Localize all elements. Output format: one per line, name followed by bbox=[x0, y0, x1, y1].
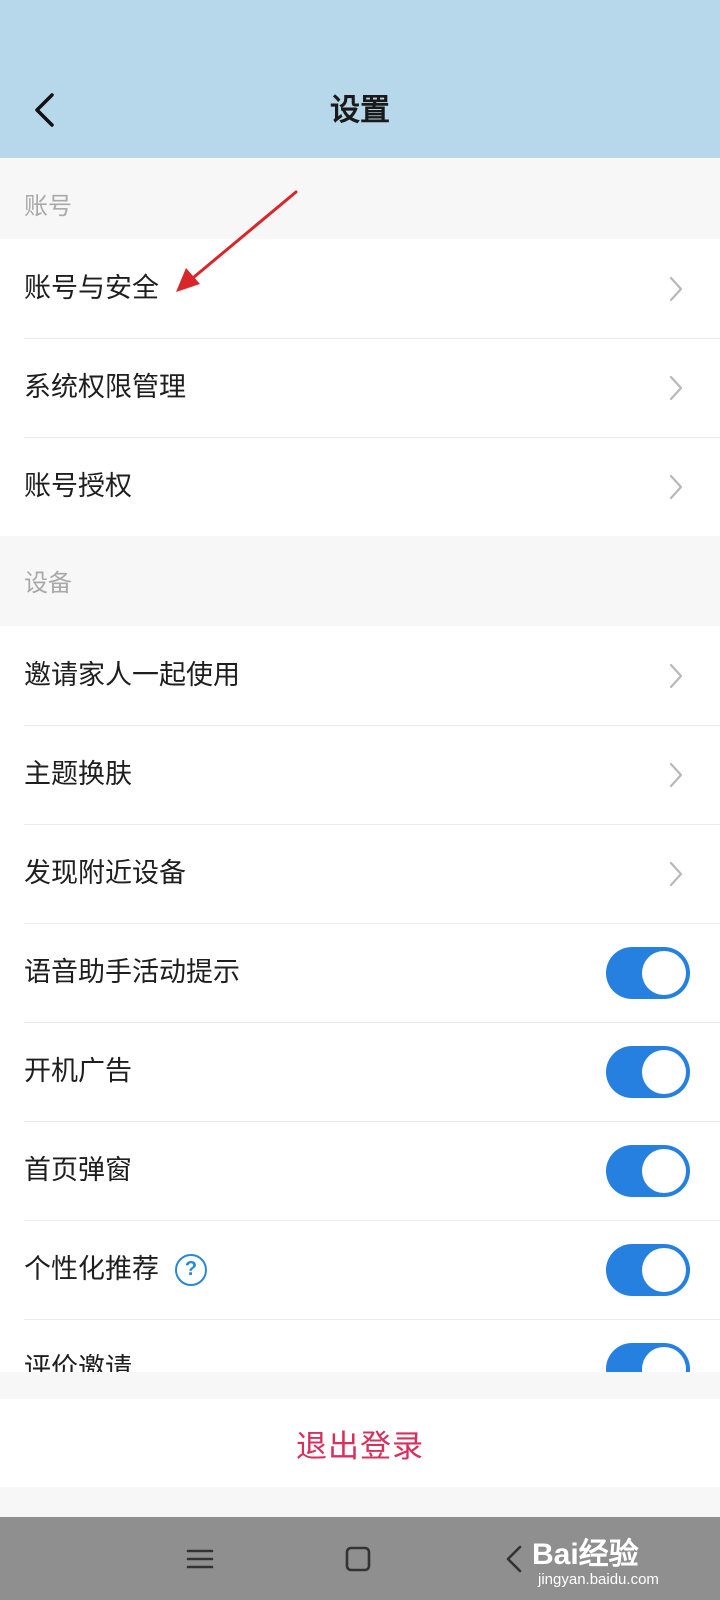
home-button[interactable] bbox=[336, 1537, 380, 1581]
settings-item-label: 主题换肤 bbox=[24, 758, 132, 790]
header-bar: 设置 bbox=[0, 0, 720, 158]
settings-item-label: 账号授权 bbox=[24, 470, 132, 502]
settings-item-home-popup: 首页弹窗 bbox=[0, 1121, 720, 1220]
back-triangle-icon bbox=[506, 1545, 522, 1573]
toggle-knob bbox=[642, 1049, 686, 1094]
settings-item-account-authorization[interactable]: 账号授权 bbox=[0, 437, 720, 536]
startup-ad-toggle[interactable] bbox=[606, 1045, 690, 1098]
toggle-knob bbox=[642, 1247, 686, 1292]
menu-button[interactable] bbox=[178, 1537, 222, 1581]
chevron-right-icon bbox=[669, 663, 683, 688]
settings-item-label: 个性化推荐 bbox=[24, 1253, 159, 1285]
review-invitation-toggle[interactable] bbox=[606, 1342, 690, 1372]
watermark-sub: jingyan.baidu.com bbox=[538, 1571, 659, 1588]
settings-item-startup-ad: 开机广告 bbox=[0, 1022, 720, 1121]
account-group: 账号与安全 系统权限管理 账号授权 bbox=[0, 239, 720, 536]
system-navbar: Bai经验 jingyan.baidu.com bbox=[0, 1517, 720, 1600]
settings-item-label: 系统权限管理 bbox=[24, 371, 186, 403]
chevron-right-icon bbox=[669, 861, 683, 886]
nav-back-button[interactable] bbox=[492, 1537, 536, 1581]
home-popup-toggle[interactable] bbox=[606, 1144, 690, 1197]
toggle-knob bbox=[642, 950, 686, 995]
device-group: 邀请家人一起使用 主题换肤 发现附近设备 语音助手活动提示 开机广告 首页弹窗 … bbox=[0, 626, 720, 1372]
toggle-knob bbox=[642, 1346, 686, 1372]
chevron-right-icon bbox=[669, 276, 683, 301]
logout-label: 退出登录 bbox=[296, 1428, 424, 1465]
settings-item-label: 评价邀请 bbox=[24, 1352, 132, 1373]
settings-item-label: 开机广告 bbox=[24, 1055, 132, 1087]
settings-item-label: 语音助手活动提示 bbox=[24, 956, 240, 988]
settings-item-review-invitation: 评价邀请 bbox=[0, 1319, 720, 1372]
chevron-right-icon bbox=[669, 474, 683, 499]
chevron-right-icon bbox=[669, 762, 683, 787]
settings-item-theme[interactable]: 主题换肤 bbox=[0, 725, 720, 824]
section-label-account: 账号 bbox=[24, 192, 72, 220]
watermark-main: Bai经验 bbox=[532, 1538, 639, 1571]
settings-item-nearby-devices[interactable]: 发现附近设备 bbox=[0, 824, 720, 923]
settings-item-label: 发现附近设备 bbox=[24, 857, 186, 889]
settings-item-voice-assistant-tips: 语音助手活动提示 bbox=[0, 923, 720, 1022]
chevron-right-icon bbox=[669, 375, 683, 400]
settings-item-label: 首页弹窗 bbox=[24, 1154, 132, 1186]
home-square-icon bbox=[345, 1546, 371, 1572]
toggle-knob bbox=[642, 1148, 686, 1193]
page-title: 设置 bbox=[330, 93, 390, 128]
settings-item-permissions[interactable]: 系统权限管理 bbox=[0, 338, 720, 437]
settings-item-personalized-recommendation: 个性化推荐 ? bbox=[0, 1220, 720, 1319]
personalized-recommendation-toggle[interactable] bbox=[606, 1243, 690, 1296]
settings-item-invite-family[interactable]: 邀请家人一起使用 bbox=[0, 626, 720, 725]
baidu-jingyan-watermark: Bai经验 jingyan.baidu.com bbox=[532, 1525, 702, 1595]
logout-button[interactable]: 退出登录 bbox=[0, 1399, 720, 1487]
settings-item-label: 账号与安全 bbox=[24, 272, 159, 304]
question-circle-icon[interactable]: ? bbox=[175, 1253, 207, 1286]
section-label-device: 设备 bbox=[24, 569, 72, 597]
menu-icon bbox=[186, 1549, 214, 1569]
voice-assistant-toggle[interactable] bbox=[606, 946, 690, 999]
settings-item-account-security[interactable]: 账号与安全 bbox=[0, 239, 720, 338]
settings-item-label: 邀请家人一起使用 bbox=[24, 659, 240, 691]
